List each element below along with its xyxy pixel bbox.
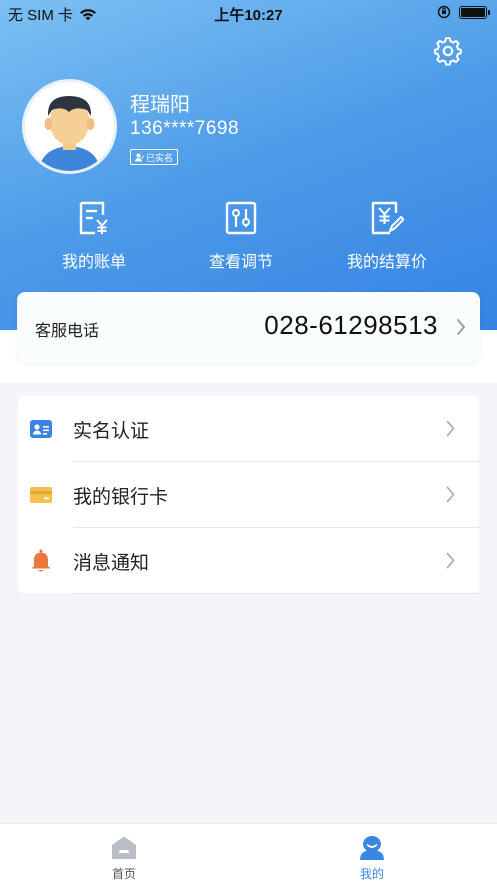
customer-service-number: 028-61298513 [264,310,438,340]
menu-item-notifications-label: 消息通知 [73,552,150,574]
settings-menu: 实名认证 我的银行卡 消息通知 [18,396,479,594]
settlement-icon [371,201,404,235]
status-bar: 无 SIM 卡 上午10:27 [0,0,497,26]
profile-icon [360,836,384,860]
quick-item-bills[interactable]: 我的账单 [24,200,164,272]
id-card-icon [30,420,52,438]
bank-card-icon [30,487,52,503]
user-avatar-illustration [25,82,114,171]
verified-user-icon [135,153,144,161]
quick-item-adjust-label: 查看调节 [208,252,273,271]
tab-profile[interactable]: 我的 [312,824,432,883]
chevron-right-icon [457,319,465,335]
avatar[interactable] [22,79,117,174]
quick-item-bills-label: 我的账单 [61,252,126,271]
adjust-icon [225,201,257,235]
tab-home-label: 首页 [111,867,136,881]
customer-service-label: 客服电话 [35,321,100,340]
orientation-lock-icon [437,5,451,19]
tab-home[interactable]: 首页 [64,824,184,883]
menu-item-real-name-verification-label: 实名认证 [73,420,150,442]
menu-item-bank-card-label: 我的银行卡 [73,486,169,508]
menu-item-notifications[interactable]: 消息通知 [18,528,479,594]
chevron-right-icon [446,552,455,569]
divider [73,593,479,594]
chevron-right-icon [446,486,455,503]
menu-item-bank-card[interactable]: 我的银行卡 [18,462,479,528]
quick-item-adjust[interactable]: 查看调节 [171,200,311,272]
tab-profile-label: 我的 [359,867,384,881]
verified-badge: 已实名 [130,149,179,165]
chevron-right-icon [446,420,455,437]
bill-icon [79,201,108,235]
tab-bar: 首页 我的 [0,823,497,883]
menu-item-real-name-verification[interactable]: 实名认证 [18,396,479,462]
bell-icon [31,549,51,572]
customer-service-card[interactable]: 客服电话 028-61298513 [17,292,480,363]
battery-icon [459,5,490,19]
home-icon [112,836,136,859]
gear-icon[interactable] [433,36,463,66]
quick-item-settlement-label: 我的结算价 [346,252,427,271]
quick-item-settlement[interactable]: 我的结算价 [317,200,457,272]
user-phone: 136****7698 [130,118,240,139]
clock: 上午10:27 [214,7,283,24]
user-name: 程瑞阳 [130,92,190,116]
verified-badge-label: 已实名 [146,153,174,164]
